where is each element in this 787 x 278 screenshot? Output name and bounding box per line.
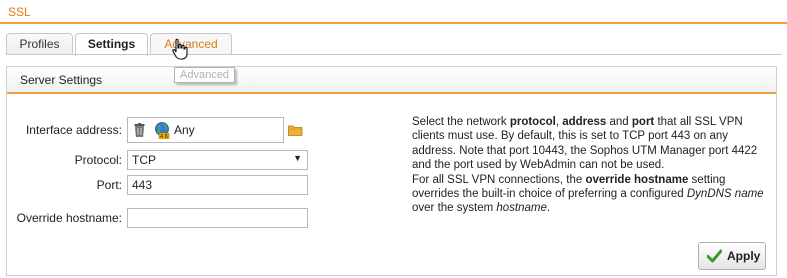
help-keyword-protocol: protocol: [509, 116, 556, 128]
help-keyword-address: address: [562, 116, 607, 128]
help-text-fragment: over the system: [412, 202, 497, 215]
help-text-fragment: Select the network: [412, 116, 510, 128]
check-icon: [707, 249, 722, 263]
port-label: Port:: [96, 178, 122, 192]
help-text-fragment: For all SSL VPN connections, the: [412, 173, 586, 186]
help-keyword-hostname: hostname: [496, 202, 547, 215]
protocol-select-value: TCP: [132, 153, 156, 167]
trash-icon[interactable]: [134, 123, 145, 137]
interface-address-label: Interface address:: [25, 123, 122, 137]
apply-button-label: Apply: [727, 249, 761, 263]
tooltip: Advanced: [174, 67, 235, 83]
override-hostname-input[interactable]: [127, 208, 308, 228]
hand-cursor-icon: [172, 38, 188, 60]
tab-advanced[interactable]: Advanced: [150, 33, 232, 55]
help-keyword-port: port: [631, 116, 655, 128]
interface-address-value: Any: [174, 123, 195, 137]
override-hostname-label: Override hostname:: [16, 211, 122, 225]
page-title: SSL: [8, 5, 31, 19]
port-input[interactable]: 443: [127, 175, 308, 195]
help-keyword-override-hostname: override hostname: [585, 173, 689, 186]
apply-button[interactable]: Apply: [698, 242, 766, 270]
help-keyword-dyndns-name: DynDNS name: [686, 188, 764, 201]
folder-icon[interactable]: [288, 124, 303, 136]
protocol-select[interactable]: TCP ▼: [127, 150, 308, 170]
tab-profiles[interactable]: Profiles: [6, 33, 73, 55]
tab-settings[interactable]: Settings: [75, 33, 148, 56]
chevron-down-icon: ▼: [293, 153, 302, 163]
help-text: Select the network protocol, address and…: [412, 115, 767, 216]
panel-title: Server Settings: [20, 73, 103, 87]
panel-header: Server Settings: [7, 67, 776, 94]
tab-bar-divider: [6, 54, 782, 55]
help-text-fragment: .: [546, 202, 551, 215]
interface-address-field[interactable]: 4 6 Any: [127, 117, 284, 143]
svg-text:4 6: 4 6: [160, 134, 168, 139]
globe-icon: 4 6: [155, 122, 170, 139]
help-text-fragment: and: [606, 116, 632, 128]
protocol-label: Protocol:: [74, 153, 122, 167]
title-divider: [0, 22, 787, 24]
